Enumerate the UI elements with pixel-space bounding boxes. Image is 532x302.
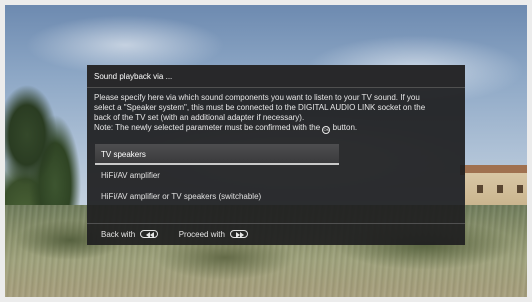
option-hifi-av-or-tv-speakers[interactable]: HiFi/AV amplifier or TV speakers (switch… (95, 186, 339, 207)
description-line: back of the TV set (with an additional a… (94, 113, 305, 122)
proceed-hint[interactable]: Proceed with (178, 224, 249, 246)
rewind-button-icon (140, 230, 159, 238)
description-line: select a "Speaker system", this must be … (94, 103, 426, 112)
tv-screen: Sound playback via ... Please specify he… (0, 0, 532, 302)
ok-button-icon: OK (322, 126, 331, 134)
proceed-label: Proceed with (178, 230, 225, 239)
background-house-window (497, 185, 503, 193)
background-house-window (477, 185, 483, 193)
sound-playback-dialog: Sound playback via ... Please specify he… (87, 65, 465, 245)
option-hifi-av-amplifier[interactable]: HiFi/AV amplifier (95, 165, 339, 186)
note-prefix: Note: The newly selected parameter must … (94, 123, 321, 132)
dialog-title: Sound playback via ... (87, 65, 465, 88)
back-hint[interactable]: Back with (101, 224, 159, 246)
description-note: Note: The newly selected parameter must … (94, 123, 458, 134)
background-house-window (517, 185, 523, 193)
back-label: Back with (101, 230, 136, 239)
sound-options-list: TV speakers HiFi/AV amplifier HiFi/AV am… (87, 144, 465, 207)
dialog-footer: Back with Proceed with (87, 223, 465, 245)
option-tv-speakers[interactable]: TV speakers (95, 144, 339, 165)
note-suffix: button. (332, 123, 358, 132)
description-line: Please specify here via which sound comp… (94, 93, 420, 102)
dialog-description: Please specify here via which sound comp… (87, 88, 465, 138)
fast-forward-button-icon (230, 230, 249, 238)
